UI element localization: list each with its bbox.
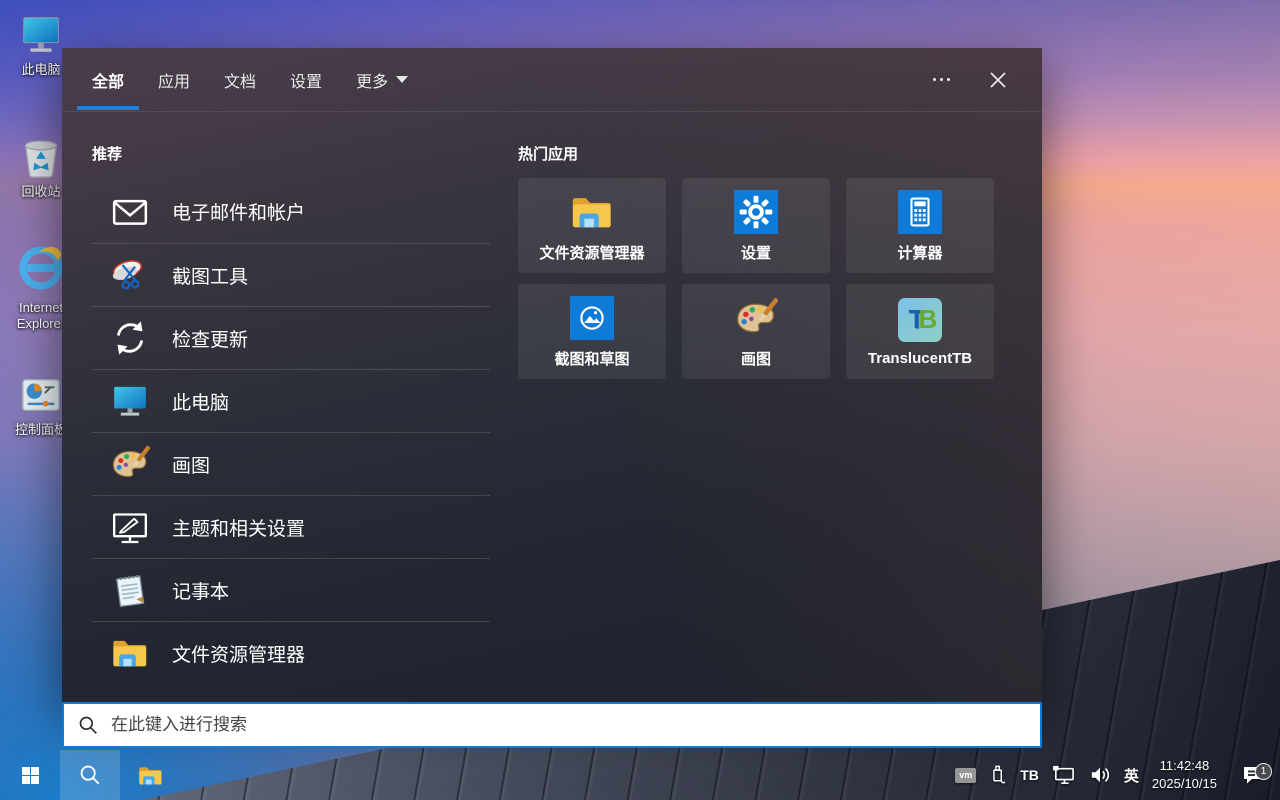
vmware-tray-icon[interactable]: vm [955, 768, 976, 783]
search-panel: 全部 应用 文档 设置 更多 推荐 [62, 48, 1042, 702]
desktop: 此电脑 回收站 Internet Explorer 控制面板 全部 应用 文档 … [0, 0, 1280, 800]
clock[interactable]: 11:42:48 2025/10/15 [1152, 757, 1217, 793]
search-panel-header: 全部 应用 文档 设置 更多 [62, 48, 1042, 112]
search-icon [78, 715, 98, 735]
usb-eject-icon[interactable] [989, 764, 1007, 786]
calculator-icon [898, 189, 942, 235]
file-explorer-icon [137, 762, 164, 789]
tab-apps[interactable]: 应用 [158, 48, 190, 111]
paint-icon [110, 444, 150, 484]
search-icon [79, 764, 101, 786]
translucenttb-tray-icon[interactable]: TB [1020, 767, 1039, 783]
clock-date: 2025/10/15 [1152, 775, 1217, 793]
taskbar-search-box[interactable] [62, 702, 1042, 748]
list-item-email-accounts[interactable]: 电子邮件和帐户 [92, 180, 490, 243]
file-explorer-icon [569, 189, 615, 235]
header-actions [929, 66, 1012, 94]
list-item-this-pc[interactable]: 此电脑 [92, 369, 490, 432]
system-tray: vm TB 英 11:42:48 2025/10/15 1 [955, 750, 1280, 800]
top-apps-section: 热门应用 文件资源管理器 设置 [518, 112, 994, 684]
recommended-list: 电子邮件和帐户 截图工具 检查更新 [92, 180, 490, 684]
tile-file-explorer[interactable]: 文件资源管理器 [518, 178, 666, 273]
tile-paint[interactable]: 画图 [682, 284, 830, 379]
this-pc-icon [110, 381, 150, 421]
notepad-icon [110, 570, 150, 610]
taskbar-search-button[interactable] [60, 750, 120, 800]
search-filter-tabs: 全部 应用 文档 设置 更多 [92, 48, 408, 111]
paint-icon [734, 295, 778, 341]
recommended-header: 推荐 [92, 143, 490, 164]
tab-settings[interactable]: 设置 [290, 48, 322, 111]
tab-more[interactable]: 更多 [356, 48, 408, 111]
list-item-paint[interactable]: 画图 [92, 432, 490, 495]
more-options-icon[interactable] [929, 70, 954, 89]
recommended-section: 推荐 电子邮件和帐户 截图工具 [92, 112, 490, 684]
network-tray-icon[interactable] [1052, 765, 1076, 785]
search-input[interactable] [111, 715, 1026, 735]
start-button[interactable] [0, 750, 60, 800]
snipping-tool-icon [110, 255, 150, 295]
tile-snip-sketch[interactable]: 截图和草图 [518, 284, 666, 379]
list-item-file-explorer[interactable]: 文件资源管理器 [92, 621, 490, 684]
tile-settings[interactable]: 设置 [682, 178, 830, 273]
list-item-check-updates[interactable]: 检查更新 [92, 306, 490, 369]
file-explorer-icon [110, 633, 150, 673]
settings-icon [734, 189, 778, 235]
chevron-down-icon [396, 76, 408, 83]
tab-all[interactable]: 全部 [92, 48, 124, 111]
list-item-notepad[interactable]: 记事本 [92, 558, 490, 621]
refresh-icon [110, 318, 150, 358]
taskbar-file-explorer-button[interactable] [120, 750, 180, 800]
list-item-snipping-tool[interactable]: 截图工具 [92, 243, 490, 306]
volume-icon[interactable] [1089, 765, 1111, 785]
mail-icon [110, 192, 150, 232]
top-apps-grid: 文件资源管理器 设置 计算器 [518, 178, 994, 379]
snip-sketch-icon [570, 295, 614, 341]
action-center-button[interactable]: 1 [1230, 763, 1276, 787]
translucenttb-icon: TB [898, 297, 942, 343]
taskbar: vm TB 英 11:42:48 2025/10/15 1 [0, 750, 1280, 800]
tile-translucenttb[interactable]: TB TranslucentTB [846, 284, 994, 379]
ime-indicator[interactable]: 英 [1124, 765, 1139, 786]
list-item-themes-settings[interactable]: 主题和相关设置 [92, 495, 490, 558]
clock-time: 11:42:48 [1152, 757, 1217, 775]
tab-documents[interactable]: 文档 [224, 48, 256, 111]
notification-badge: 1 [1255, 763, 1272, 780]
windows-logo-icon [22, 767, 39, 784]
tile-calculator[interactable]: 计算器 [846, 178, 994, 273]
search-panel-body: 推荐 电子邮件和帐户 截图工具 [62, 112, 1042, 684]
themes-icon [110, 507, 150, 547]
top-apps-header: 热门应用 [518, 143, 994, 164]
close-icon[interactable] [984, 66, 1012, 94]
